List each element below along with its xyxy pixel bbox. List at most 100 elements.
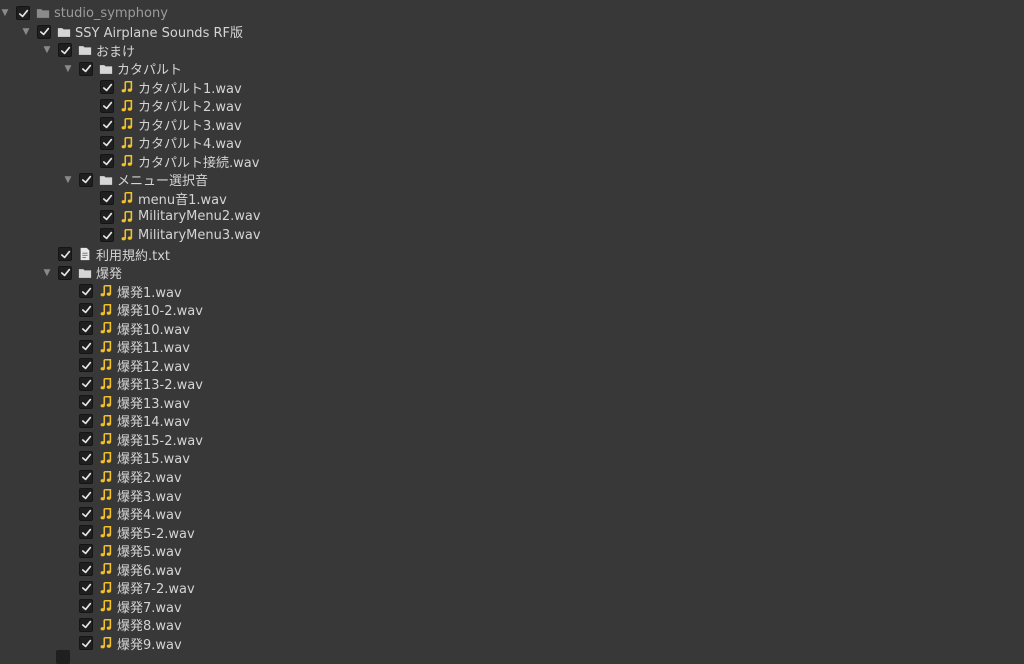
include-checkbox[interactable] <box>100 135 114 150</box>
tree-file-row[interactable]: ▼カタパルト1.wav <box>0 78 1024 97</box>
tree-file-row[interactable]: ▼爆発7-2.wav <box>0 579 1024 597</box>
audio-file-icon <box>119 227 135 243</box>
expand-arrow-icon[interactable]: ▼ <box>63 171 73 189</box>
tree-file-row[interactable]: ▼爆発13-2.wav <box>0 375 1024 393</box>
include-checkbox[interactable] <box>100 98 114 113</box>
folder-icon <box>77 42 93 58</box>
tree-file-row[interactable]: ▼爆発12.wav <box>0 356 1024 375</box>
include-checkbox[interactable] <box>100 154 114 169</box>
tree-item-label: おまけ <box>96 44 136 60</box>
include-checkbox[interactable] <box>100 80 114 95</box>
tree-file-row[interactable]: ▼menu音1.wav <box>0 189 1024 208</box>
tree-file-row[interactable]: ▼爆発14.wav <box>0 412 1024 430</box>
tree-file-row[interactable]: ▼爆発15-2.wav <box>0 430 1024 449</box>
tree-file-row[interactable]: ▼MilitaryMenu3.wav <box>0 226 1024 244</box>
expand-arrow-icon[interactable]: ▼ <box>21 23 31 41</box>
tree-file-row[interactable]: ▼爆発13.wav <box>0 393 1024 412</box>
tree-item-label: 爆発 <box>96 267 123 283</box>
include-checkbox[interactable] <box>79 284 93 299</box>
include-checkbox[interactable] <box>79 617 93 632</box>
tree-file-row[interactable]: ▼カタパルト4.wav <box>0 134 1024 152</box>
tree-file-row[interactable]: ▼爆発7.wav <box>0 597 1024 616</box>
tree-file-row[interactable]: ▼カタパルト接続.wav <box>0 152 1024 171</box>
audio-file-icon <box>98 302 114 318</box>
tree-item-label: 爆発15.wav <box>117 452 190 468</box>
include-checkbox[interactable] <box>100 117 114 132</box>
include-checkbox[interactable] <box>79 450 93 465</box>
tree-file-row[interactable]: ▼爆発5.wav <box>0 542 1024 560</box>
audio-file-icon <box>98 450 114 466</box>
tree-file-row[interactable]: ▼爆発5-2.wav <box>0 523 1024 542</box>
expand-arrow-icon[interactable]: ▼ <box>63 60 73 78</box>
include-checkbox[interactable] <box>79 321 93 336</box>
tree-item-label: studio_symphony <box>54 5 168 21</box>
include-checkbox[interactable] <box>79 488 93 503</box>
include-checkbox[interactable] <box>58 43 72 58</box>
tree-file-row[interactable]: ▼爆発11.wav <box>0 338 1024 356</box>
partial-checkbox[interactable] <box>56 650 70 664</box>
include-checkbox[interactable] <box>100 228 114 243</box>
include-checkbox[interactable] <box>79 395 93 410</box>
include-checkbox[interactable] <box>79 506 93 521</box>
include-checkbox[interactable] <box>16 6 30 20</box>
include-checkbox[interactable] <box>58 247 72 262</box>
tree-file-row[interactable]: ▼爆発3.wav <box>0 486 1024 505</box>
tree-file-row[interactable]: ▼カタパルト3.wav <box>0 115 1024 134</box>
tree-item-label: 爆発14.wav <box>117 415 190 431</box>
tree-file-row[interactable]: ▼爆発1.wav <box>0 282 1024 301</box>
tree-file-row[interactable]: ▼爆発9.wav <box>0 634 1024 653</box>
tree-item-label: カタパルト2.wav <box>138 100 242 116</box>
include-checkbox[interactable] <box>37 24 51 39</box>
folder-icon <box>98 172 114 188</box>
tree-file-row[interactable]: ▼カタパルト2.wav <box>0 97 1024 115</box>
include-checkbox[interactable] <box>79 562 93 577</box>
audio-file-icon <box>119 209 135 225</box>
tree-folder-row[interactable]: ▼ SSY Airplane Sounds RF版 <box>0 23 1024 41</box>
include-checkbox[interactable] <box>100 209 114 224</box>
audio-file-icon <box>98 357 114 373</box>
include-checkbox[interactable] <box>79 358 93 373</box>
include-checkbox[interactable] <box>79 599 93 614</box>
tree-item-label: MilitaryMenu2.wav <box>138 209 261 225</box>
tree-file-row[interactable]: ▼爆発4.wav <box>0 505 1024 523</box>
tree-item-label: カタパルト接続.wav <box>138 155 260 171</box>
include-checkbox[interactable] <box>58 265 72 280</box>
include-checkbox[interactable] <box>79 172 93 187</box>
audio-file-icon <box>98 283 114 299</box>
tree-item-label: 爆発5.wav <box>117 545 182 561</box>
tree-file-row[interactable]: ▼利用規約.txt <box>0 245 1024 264</box>
tree-item-label: menu音1.wav <box>138 192 227 208</box>
include-checkbox[interactable] <box>79 525 93 540</box>
include-checkbox[interactable] <box>79 636 93 651</box>
expand-arrow-icon[interactable]: ▼ <box>0 4 10 22</box>
tree-folder-row[interactable]: ▼ studio_symphony <box>0 4 1024 22</box>
audio-file-icon <box>119 79 135 95</box>
include-checkbox[interactable] <box>79 376 93 391</box>
tree-file-row[interactable]: ▼爆発10.wav <box>0 319 1024 338</box>
tree-file-row[interactable]: ▼爆発8.wav <box>0 616 1024 634</box>
tree-item-label: 爆発9.wav <box>117 637 182 653</box>
tree-folder-row[interactable]: ▼ おまけ <box>0 41 1024 60</box>
include-checkbox[interactable] <box>79 580 93 595</box>
text-file-icon <box>77 246 93 262</box>
tree-file-row[interactable]: ▼爆発15.wav <box>0 449 1024 467</box>
tree-file-row[interactable]: ▼MilitaryMenu2.wav <box>0 208 1024 226</box>
tree-file-row[interactable]: ▼爆発10-2.wav <box>0 301 1024 319</box>
tree-file-row[interactable]: ▼爆発6.wav <box>0 560 1024 579</box>
expand-arrow-icon[interactable]: ▼ <box>42 41 52 59</box>
tree-folder-row[interactable]: ▼ カタパルト <box>0 60 1024 78</box>
include-checkbox[interactable] <box>79 543 93 558</box>
include-checkbox[interactable] <box>79 339 93 354</box>
expand-arrow-icon[interactable]: ▼ <box>42 264 52 282</box>
tree-item-label: 爆発2.wav <box>117 471 182 486</box>
include-checkbox[interactable] <box>79 302 93 317</box>
tree-folder-row[interactable]: ▼ メニュー選択音 <box>0 171 1024 189</box>
tree-folder-row[interactable]: ▼ 爆発 <box>0 264 1024 282</box>
include-checkbox[interactable] <box>100 191 114 206</box>
include-checkbox[interactable] <box>79 413 93 428</box>
audio-file-icon <box>98 635 114 651</box>
tree-file-row[interactable]: ▼爆発2.wav <box>0 468 1024 486</box>
include-checkbox[interactable] <box>79 469 93 484</box>
include-checkbox[interactable] <box>79 61 93 76</box>
include-checkbox[interactable] <box>79 432 93 447</box>
